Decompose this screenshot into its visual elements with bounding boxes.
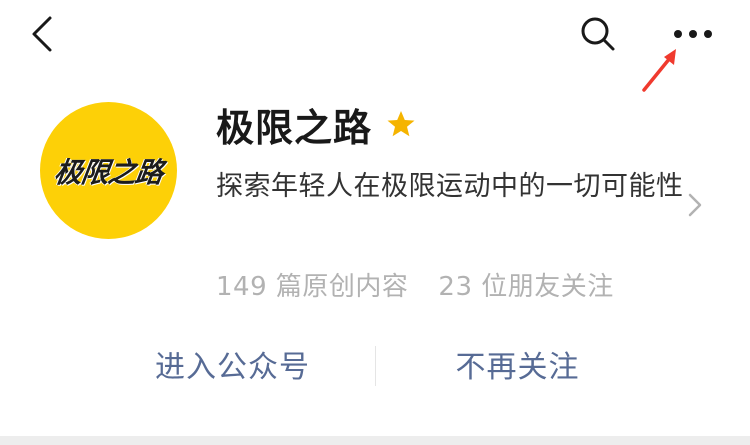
search-button[interactable] — [576, 12, 620, 56]
star-icon — [387, 111, 415, 137]
enter-account-button[interactable]: 进入公众号 — [100, 342, 365, 386]
search-icon — [581, 17, 615, 51]
account-profile-row[interactable]: 极限之路 极限之路 探索年轻人在极限运动中的一切可能性 149 篇原创内容 23… — [0, 90, 750, 310]
friends-following-count: 23 位朋友关注 — [438, 272, 614, 302]
back-button[interactable] — [26, 12, 66, 56]
action-divider — [375, 346, 376, 386]
more-horizontal-icon — [674, 30, 712, 38]
avatar[interactable]: 极限之路 — [40, 102, 177, 239]
account-name: 极限之路 — [216, 105, 373, 150]
unfollow-button[interactable]: 不再关注 — [385, 342, 650, 386]
account-name-row: 极限之路 — [216, 98, 416, 150]
account-description: 探索年轻人在极限运动中的一切可能性 — [216, 171, 684, 202]
top-toolbar — [0, 0, 750, 92]
more-button[interactable] — [668, 16, 718, 52]
chevron-left-icon — [32, 16, 52, 52]
account-card-page: 极限之路 极限之路 探索年轻人在极限运动中的一切可能性 149 篇原创内容 23… — [0, 0, 750, 445]
avatar-logo-text: 极限之路 — [51, 156, 165, 189]
chevron-right-icon — [688, 193, 702, 217]
original-articles-count: 149 篇原创内容 — [216, 272, 409, 302]
bottom-separator — [0, 436, 750, 445]
action-bar: 进入公众号 不再关注 — [0, 336, 750, 396]
account-stats: 149 篇原创内容 23 位朋友关注 — [216, 266, 614, 303]
